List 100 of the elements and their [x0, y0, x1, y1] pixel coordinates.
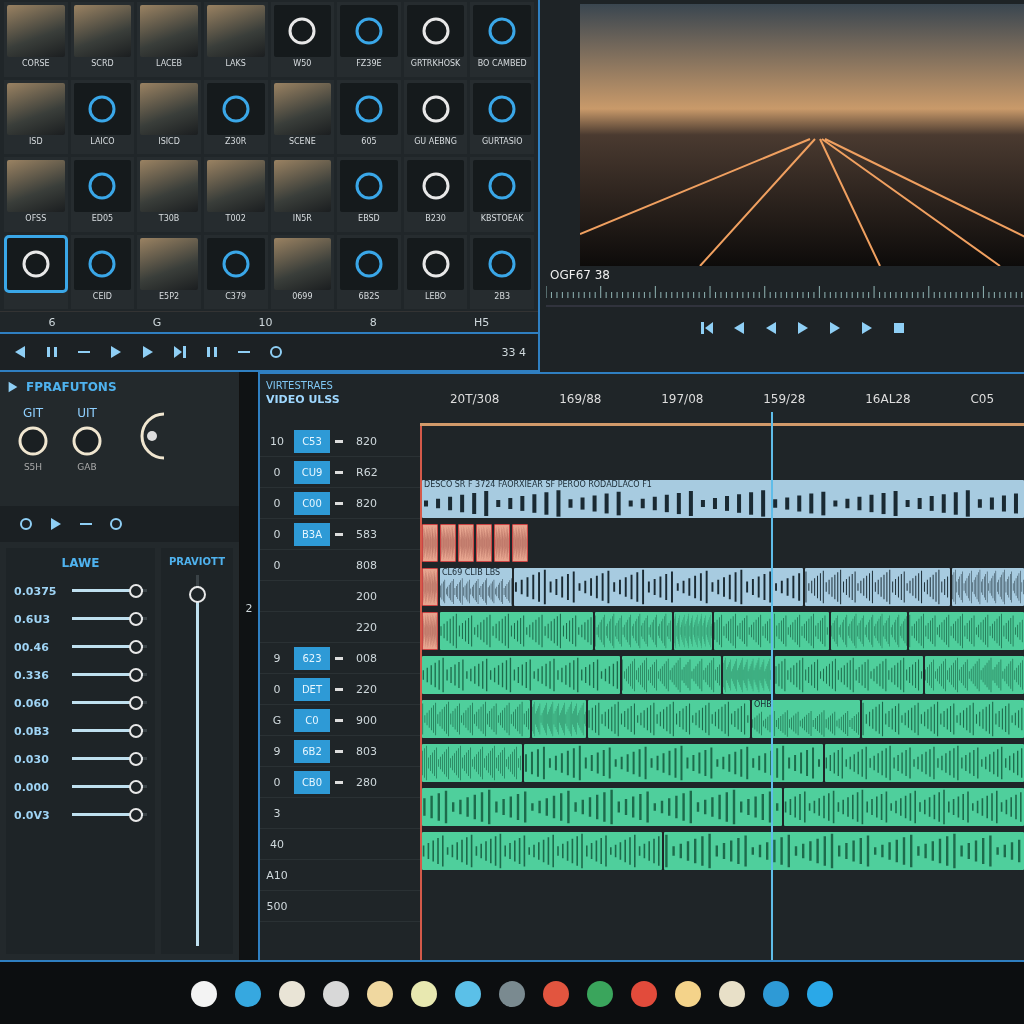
media-thumbnail[interactable] — [473, 82, 531, 135]
page-tab[interactable]: 6 — [48, 315, 56, 329]
media-thumbnail[interactable] — [340, 237, 398, 290]
ring-icon[interactable] — [268, 344, 284, 360]
photo-placeholder[interactable] — [273, 82, 332, 135]
video-clip[interactable] — [784, 788, 1024, 826]
video-clip[interactable] — [723, 656, 773, 694]
video-clip[interactable] — [664, 832, 1024, 870]
media-thumbnail[interactable] — [340, 5, 398, 57]
media-thumbnail[interactable] — [73, 160, 132, 212]
video-clip[interactable] — [422, 656, 620, 694]
video-clip[interactable] — [440, 612, 594, 650]
track-tag[interactable]: C0 — [294, 708, 330, 732]
stop-icon[interactable] — [891, 320, 907, 336]
bars-icon[interactable] — [44, 344, 60, 360]
media-thumbnail[interactable] — [73, 82, 132, 135]
media-thumbnail[interactable] — [406, 237, 465, 290]
video-clip[interactable] — [862, 700, 1024, 738]
media-thumbnail[interactable] — [473, 5, 531, 57]
photo-placeholder[interactable] — [7, 160, 65, 212]
track-tag[interactable]: DET — [294, 677, 330, 701]
media-thumbnail[interactable] — [273, 5, 332, 57]
video-clip[interactable] — [422, 832, 662, 870]
video-clip[interactable] — [588, 700, 750, 738]
track-tag[interactable]: B3A — [294, 522, 330, 546]
pause-icon[interactable] — [204, 344, 220, 360]
video-clip[interactable] — [622, 656, 721, 694]
video-clip[interactable] — [909, 612, 1024, 650]
media-thumbnail[interactable] — [206, 82, 265, 135]
audio-clip[interactable]: CL69 CLIB LBS — [440, 568, 513, 606]
track-tag[interactable]: 6B2 — [294, 739, 330, 763]
page-tab[interactable]: 10 — [258, 315, 273, 329]
marker-clip[interactable] — [422, 524, 438, 562]
media-thumbnail[interactable] — [340, 82, 398, 135]
dock-app-icon[interactable] — [233, 979, 263, 1009]
photo-placeholder[interactable] — [140, 160, 198, 212]
knob[interactable] — [16, 424, 50, 458]
dock-app-icon[interactable] — [409, 979, 439, 1009]
video-clip[interactable] — [422, 788, 782, 826]
photo-placeholder[interactable] — [7, 82, 65, 135]
playhead[interactable] — [771, 412, 774, 960]
video-clip[interactable] — [523, 744, 823, 782]
media-thumbnail[interactable] — [406, 160, 465, 212]
media-thumbnail[interactable] — [340, 160, 398, 212]
dock-app-icon[interactable] — [453, 979, 483, 1009]
media-thumbnail[interactable] — [206, 237, 265, 290]
dock-app-icon[interactable] — [365, 979, 395, 1009]
video-clip[interactable] — [774, 656, 923, 694]
play-icon[interactable] — [6, 380, 20, 394]
track-tag[interactable]: CU9 — [294, 460, 330, 484]
dock-app-icon[interactable] — [805, 979, 835, 1009]
photo-placeholder[interactable] — [206, 5, 265, 57]
photo-placeholder[interactable] — [73, 5, 132, 57]
video-clip[interactable] — [713, 612, 829, 650]
video-clip[interactable] — [422, 700, 530, 738]
marker-clip[interactable] — [440, 524, 456, 562]
marker-clip[interactable] — [422, 612, 438, 650]
video-clip[interactable] — [830, 612, 908, 650]
dock-app-icon[interactable] — [321, 979, 351, 1009]
dock-app-icon[interactable] — [189, 979, 219, 1009]
skip-back-icon[interactable] — [699, 320, 715, 336]
skip-forward-icon[interactable] — [172, 344, 188, 360]
dock-app-icon[interactable] — [761, 979, 791, 1009]
audio-clip[interactable] — [514, 568, 804, 606]
audio-clip[interactable] — [805, 568, 950, 606]
photo-placeholder[interactable] — [7, 5, 65, 57]
media-thumbnail[interactable] — [73, 237, 132, 290]
dock-app-icon[interactable] — [585, 979, 615, 1009]
media-thumbnail[interactable] — [406, 5, 465, 57]
track-tag[interactable]: C53 — [294, 429, 330, 453]
photo-placeholder[interactable] — [140, 5, 198, 57]
dock-app-icon[interactable] — [717, 979, 747, 1009]
video-clip[interactable] — [925, 656, 1024, 694]
marker-clip[interactable] — [422, 568, 438, 606]
photo-placeholder[interactable] — [140, 82, 198, 135]
page-tab[interactable]: G — [152, 315, 162, 329]
audio-clip[interactable] — [951, 568, 1024, 606]
video-clip[interactable] — [532, 700, 586, 738]
marker-clip[interactable] — [458, 524, 474, 562]
media-thumbnail[interactable] — [473, 237, 531, 290]
photo-placeholder[interactable] — [273, 160, 332, 212]
track-tag[interactable]: C00 — [294, 491, 330, 515]
page-tab[interactable]: 8 — [369, 315, 377, 329]
photo-placeholder[interactable] — [206, 160, 265, 212]
video-clip[interactable]: OHB — [752, 700, 860, 738]
knob[interactable] — [70, 424, 104, 458]
dock-app-icon[interactable] — [277, 979, 307, 1009]
marker-clip[interactable] — [476, 524, 492, 562]
marker-clip[interactable] — [512, 524, 528, 562]
audio-clip[interactable]: DESCO SR F 3724 FAORXIEAR SF PEROO RODADLACO F1 — [422, 480, 1024, 518]
track-tag[interactable]: CB0 — [294, 770, 330, 794]
media-thumbnail[interactable] — [406, 82, 465, 135]
timeline-ruler[interactable] — [546, 284, 1024, 310]
track-tag[interactable]: 623 — [294, 646, 330, 670]
media-thumbnail[interactable] — [7, 237, 65, 290]
video-clip[interactable] — [422, 744, 522, 782]
video-clip[interactable] — [824, 744, 1024, 782]
page-tab[interactable]: H5 — [474, 315, 490, 329]
photo-placeholder[interactable] — [140, 237, 198, 290]
marker-clip[interactable] — [494, 524, 510, 562]
